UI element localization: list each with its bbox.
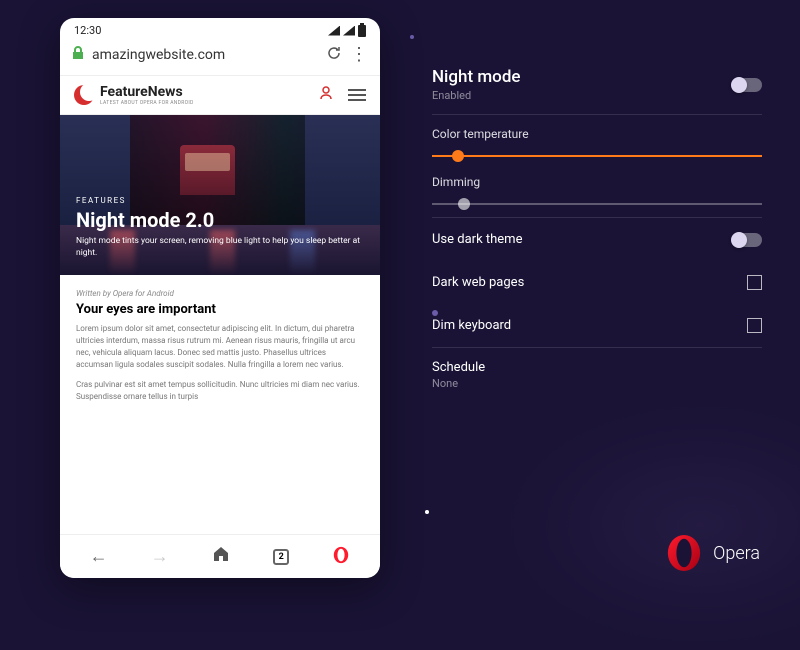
refresh-icon[interactable] [326,45,342,65]
opera-brand: Opera [665,534,760,572]
color-temp-label: Color temperature [432,127,762,141]
hero-title: Night mode 2.0 [76,208,364,232]
back-icon[interactable]: ← [90,546,108,567]
clock: 12:30 [74,24,101,37]
settings-panel: Night mode Enabled Color temperature Dim… [432,55,762,402]
site-logo-icon [74,85,94,105]
hamburger-icon[interactable] [348,89,366,101]
url-text[interactable]: amazingwebsite.com [92,47,318,63]
tabs-icon[interactable]: 2 [273,549,289,565]
hero-image: FEATURES Night mode 2.0 Night mode tints… [60,115,380,275]
article: Written by Opera for Android Your eyes a… [60,275,380,425]
dark-theme-toggle[interactable] [732,233,762,247]
hero-label: FEATURES [76,196,364,205]
profile-icon[interactable] [318,85,334,105]
opera-icon[interactable] [332,546,350,568]
dim-keyboard-checkbox[interactable] [747,318,762,333]
bottom-nav: ← → 2 [60,534,380,578]
status-icons [328,25,366,37]
home-icon[interactable] [212,545,230,568]
dim-keyboard-label: Dim keyboard [432,318,511,333]
dark-pages-label: Dark web pages [432,275,524,290]
battery-icon [358,25,366,37]
slider-thumb[interactable] [452,150,464,162]
slider-thumb[interactable] [458,198,470,210]
forward-icon[interactable]: → [151,546,169,567]
article-title: Your eyes are important [76,302,364,317]
schedule-row[interactable]: Schedule None [432,348,762,402]
signal-icon [343,26,355,36]
url-bar[interactable]: amazingwebsite.com ⋮ [60,39,380,75]
night-mode-toggle[interactable] [732,78,762,92]
opera-brand-text: Opera [713,543,760,564]
color-temp-slider[interactable] [432,155,762,157]
menu-dots-icon[interactable]: ⋮ [350,51,368,58]
article-byline: Written by Opera for Android [76,289,364,298]
site-brand: FeatureNews [100,84,194,100]
dimming-slider[interactable] [432,203,762,205]
lock-icon [72,46,84,64]
hero-subtitle: Night mode tints your screen, removing b… [76,236,364,259]
schedule-label: Schedule [432,360,762,375]
dark-theme-label: Use dark theme [432,232,522,247]
dark-pages-checkbox[interactable] [747,275,762,290]
phone-mockup: 12:30 amazingwebsite.com ⋮ FeatureNews L… [60,18,380,578]
article-paragraph: Cras pulvinar est sit amet tempus sollic… [76,379,364,403]
site-header: FeatureNews LATEST ABOUT OPERA FOR ANDRO… [60,75,380,115]
wifi-icon [328,26,340,36]
site-tagline: LATEST ABOUT OPERA FOR ANDROID [100,100,194,106]
opera-logo-icon [665,534,703,572]
schedule-value: None [432,377,762,390]
night-mode-title: Night mode [432,67,521,87]
night-mode-status: Enabled [432,89,521,102]
article-paragraph: Lorem ipsum dolor sit amet, consectetur … [76,323,364,371]
status-bar: 12:30 [60,18,380,39]
dimming-label: Dimming [432,175,762,189]
